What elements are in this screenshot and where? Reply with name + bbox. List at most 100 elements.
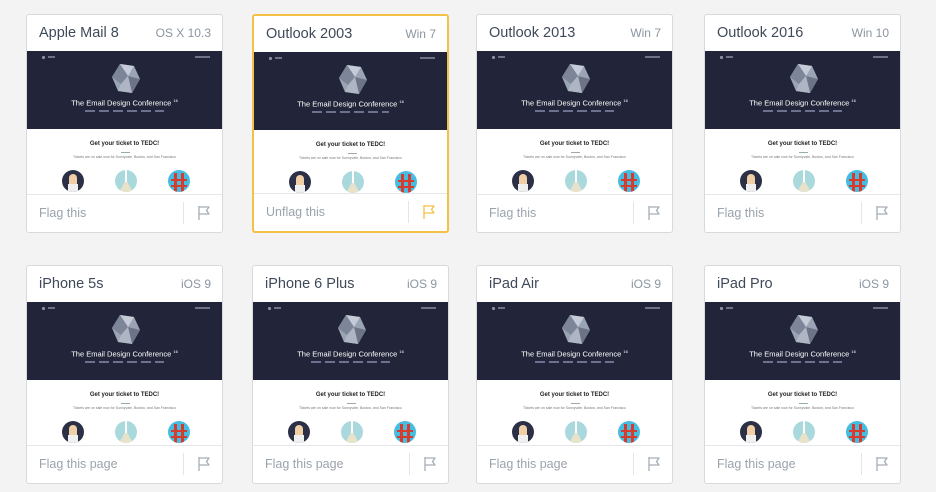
preview-card-iphone-5s[interactable]: iPhone 5s iOS 9 The Email Design Confere… xyxy=(26,265,223,484)
speaker-avatar-image xyxy=(289,171,311,193)
platform-label: OS X 10.3 xyxy=(155,26,211,40)
flag-toggle-link[interactable]: Unflag this xyxy=(266,194,325,230)
flag-icon[interactable] xyxy=(647,456,661,472)
conference-title: The Email Design Conference 16 xyxy=(477,98,672,108)
card-footer: Flag this page xyxy=(27,445,222,483)
email-preview-thumbnail[interactable]: The Email Design Conference 16 Get your … xyxy=(27,51,222,197)
preview-card-outlook-2013[interactable]: Outlook 2013 Win 7 The Email Design Conf… xyxy=(476,14,673,233)
email-mini-logo-text xyxy=(726,56,733,58)
gem-logo-icon xyxy=(790,315,818,344)
flag-toggle-link[interactable]: Flag this xyxy=(39,195,86,231)
flag-toggle-link[interactable]: Flag this page xyxy=(39,446,118,482)
email-preview-thumbnail[interactable]: The Email Design Conference 16 Get your … xyxy=(27,302,222,448)
footer-divider xyxy=(183,202,184,224)
email-mini-nav xyxy=(645,307,660,309)
email-mini-logo xyxy=(269,57,272,60)
card-header: iPad Air iOS 9 xyxy=(477,266,672,302)
gem-logo-icon xyxy=(339,65,367,94)
footer-divider xyxy=(633,453,634,475)
flag-icon[interactable] xyxy=(197,205,211,221)
flag-icon[interactable] xyxy=(197,456,211,472)
gem-logo-icon xyxy=(338,315,366,344)
speaker-avatar-image xyxy=(288,421,310,443)
conference-title-text: The Email Design Conference xyxy=(521,98,622,108)
email-hero-banner: The Email Design Conference 16 xyxy=(477,302,672,380)
email-preview-thumbnail[interactable]: The Email Design Conference 16 Get your … xyxy=(705,51,900,197)
ticket-divider xyxy=(571,403,580,404)
bridge-illustration-image xyxy=(394,421,416,443)
preview-card-outlook-2003[interactable]: Outlook 2003 Win 7 The Email Design Conf… xyxy=(252,14,449,233)
ticket-subtext: Tickets are on sale now for Sunnyvale, B… xyxy=(73,155,176,159)
preview-card-apple-mail-8[interactable]: Apple Mail 8 OS X 10.3 The Email Design … xyxy=(26,14,223,233)
card-header: Apple Mail 8 OS X 10.3 xyxy=(27,15,222,51)
email-preview-thumbnail[interactable]: The Email Design Conference 16 Get your … xyxy=(705,302,900,448)
flag-icon[interactable] xyxy=(875,456,889,472)
email-hero-banner: The Email Design Conference 16 xyxy=(253,302,448,380)
ticket-subtext: Tickets are on sale now for Sunnyvale, B… xyxy=(751,155,854,159)
email-mini-nav xyxy=(873,56,888,58)
speaker-avatar-image xyxy=(512,421,534,443)
ticket-heading: Get your ticket to TEDC! xyxy=(89,392,160,398)
email-preview-thumbnail[interactable]: The Email Design Conference 16 Get your … xyxy=(253,302,448,448)
conference-year-sup: 16 xyxy=(623,349,628,354)
footer-divider xyxy=(408,201,409,223)
email-hero-banner: The Email Design Conference 16 xyxy=(477,51,672,129)
email-mini-nav xyxy=(421,307,436,309)
ticket-subtext: Tickets are on sale now for Sunnyvale, B… xyxy=(523,155,626,159)
client-name: iPad Pro xyxy=(717,276,773,292)
preview-card-ipad-pro[interactable]: iPad Pro iOS 9 The Email Design Conferen… xyxy=(704,265,901,484)
client-name: Outlook 2003 xyxy=(266,26,353,42)
client-name: iPhone 5s xyxy=(39,276,104,292)
flag-icon[interactable] xyxy=(647,205,661,221)
email-preview-thumbnail[interactable]: The Email Design Conference 16 Get your … xyxy=(477,302,672,448)
conference-nav-links xyxy=(763,110,842,112)
conference-title-text: The Email Design Conference xyxy=(297,99,398,109)
platform-label: Win 10 xyxy=(851,26,889,40)
email-preview-thumbnail[interactable]: The Email Design Conference 16 Get your … xyxy=(254,52,447,198)
card-footer: Flag this page xyxy=(705,445,900,483)
flag-icon[interactable] xyxy=(875,205,889,221)
ticket-subtext: Tickets are on sale now for Sunnyvale, B… xyxy=(523,406,626,410)
email-mini-logo xyxy=(42,307,45,310)
card-footer: Flag this xyxy=(705,194,900,232)
email-mini-logo xyxy=(720,56,723,59)
email-mini-nav xyxy=(195,307,210,309)
email-preview-thumbnail[interactable]: The Email Design Conference 16 Get your … xyxy=(477,51,672,197)
flag-toggle-link[interactable]: Flag this page xyxy=(489,446,568,482)
email-mini-logo xyxy=(42,56,45,59)
email-mini-nav xyxy=(195,56,210,58)
client-name: Outlook 2013 xyxy=(489,25,576,41)
flag-icon[interactable] xyxy=(423,456,437,472)
preview-card-ipad-air[interactable]: iPad Air iOS 9 The Email Design Conferen… xyxy=(476,265,673,484)
road-illustration-image xyxy=(793,421,815,443)
card-footer: Flag this xyxy=(477,194,672,232)
client-name: iPad Air xyxy=(489,276,539,292)
card-footer: Flag this page xyxy=(477,445,672,483)
email-mini-logo xyxy=(492,307,495,310)
card-header: Outlook 2016 Win 10 xyxy=(705,15,900,51)
flag-toggle-link[interactable]: Flag this xyxy=(489,195,536,231)
conference-nav-links xyxy=(312,111,389,113)
preview-card-iphone-6-plus[interactable]: iPhone 6 Plus iOS 9 The Email Design Con… xyxy=(252,265,449,484)
flag-toggle-link[interactable]: Flag this page xyxy=(717,446,796,482)
preview-card-outlook-2016[interactable]: Outlook 2016 Win 10 The Email Design Con… xyxy=(704,14,901,233)
gem-logo-icon xyxy=(112,315,140,344)
speaker-avatar-image xyxy=(740,421,762,443)
ticket-heading: Get your ticket to TEDC! xyxy=(767,141,838,147)
card-footer: Flag this xyxy=(27,194,222,232)
conference-nav-links xyxy=(763,361,842,363)
flag-toggle-link[interactable]: Flag this page xyxy=(265,446,344,482)
flag-icon[interactable] xyxy=(422,204,436,220)
conference-year-sup: 16 xyxy=(399,349,404,354)
email-mini-nav xyxy=(645,56,660,58)
road-illustration-image xyxy=(115,170,137,192)
ticket-heading: Get your ticket to TEDC! xyxy=(315,142,386,148)
ticket-heading: Get your ticket to TEDC! xyxy=(539,392,610,398)
ticket-divider xyxy=(348,153,357,154)
ticket-subtext: Tickets are on sale now for Sunnyvale, B… xyxy=(751,406,854,410)
conference-title-text: The Email Design Conference xyxy=(749,98,850,108)
platform-label: Win 7 xyxy=(405,27,436,41)
road-illustration-image xyxy=(793,170,815,192)
conference-title-text: The Email Design Conference xyxy=(71,98,172,108)
flag-toggle-link[interactable]: Flag this xyxy=(717,195,764,231)
